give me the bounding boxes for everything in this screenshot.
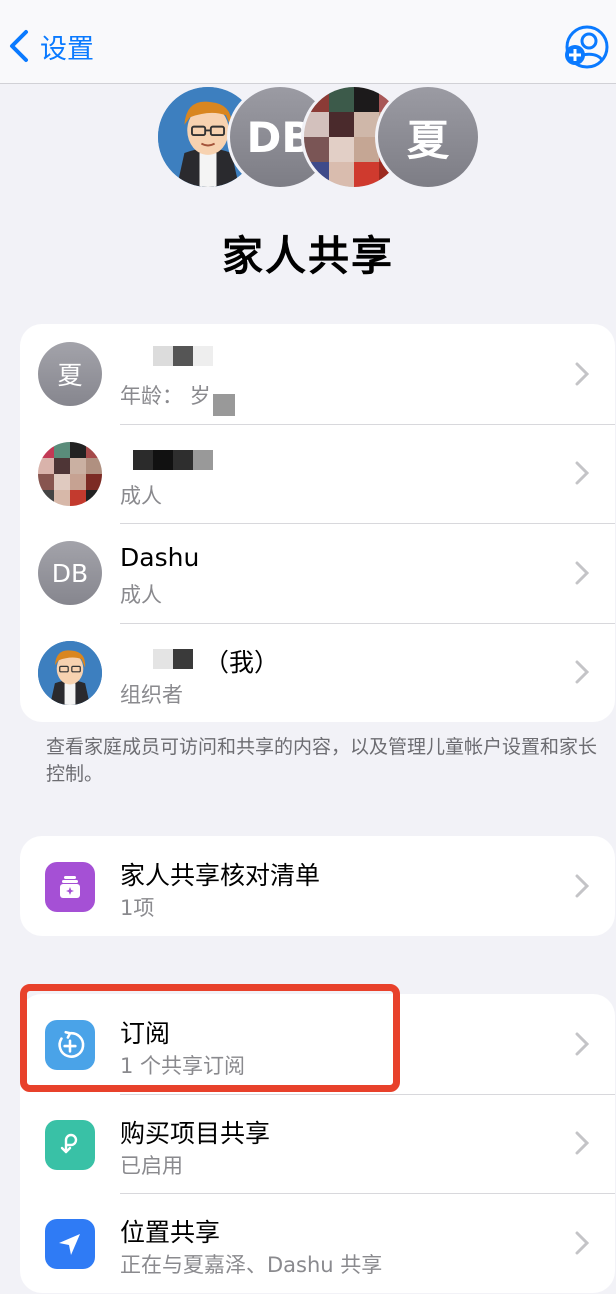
avatar-initials: 夏 <box>375 84 481 190</box>
chevron-right-icon <box>575 1032 589 1056</box>
cartoon-avatar-icon <box>38 640 102 705</box>
back-button[interactable]: 设置 <box>6 22 94 70</box>
checklist-row[interactable]: 家人共享核对清单 1项 <box>20 836 615 936</box>
chevron-right-icon <box>575 874 589 898</box>
avatar-initials: DB <box>38 541 102 605</box>
member-name: （我） <box>204 647 280 677</box>
back-label: 设置 <box>40 33 94 65</box>
location-icon <box>45 1219 95 1269</box>
purchase-sharing-row[interactable]: 购买项目共享 已启用 <box>20 1093 615 1194</box>
page-title: 家人共享 <box>222 232 394 280</box>
members-card: 夏 年龄： 岁 成人 DB Dashu 成人 （我） 组织者 <box>20 324 615 722</box>
location-sharing-title: 位置共享 <box>120 1218 221 1247</box>
checklist-subtitle: 1项 <box>120 896 155 920</box>
chevron-right-icon <box>575 561 589 585</box>
redacted-name <box>153 346 213 366</box>
member-row[interactable]: 成人 <box>20 423 615 524</box>
person-add-icon[interactable] <box>564 24 610 70</box>
subscriptions-row[interactable]: 订阅 1 个共享订阅 <box>20 994 615 1094</box>
location-sharing-subtitle: 正在与夏嘉泽、Dashu 共享 <box>120 1253 383 1277</box>
redacted-name <box>133 449 213 470</box>
checklist-title: 家人共享核对清单 <box>120 861 321 890</box>
avatar-initials: 夏 <box>38 342 102 406</box>
member-subtitle: 组织者 <box>120 682 183 707</box>
chevron-left-icon <box>10 30 28 62</box>
features-card: 订阅 1 个共享订阅 购买项目共享 已启用 位置共享 正在与夏嘉泽、Dashu <box>20 994 615 1293</box>
avatar-pixelated <box>38 441 102 506</box>
subscription-icon <box>45 1020 95 1070</box>
purchase-sharing-subtitle: 已启用 <box>120 1153 183 1178</box>
nav-bar: 设置 <box>0 0 616 84</box>
checklist-icon <box>45 862 95 912</box>
avatar <box>38 640 102 705</box>
checklist-card: 家人共享核对清单 1项 <box>20 836 615 936</box>
member-row[interactable]: DB Dashu 成人 <box>20 523 615 623</box>
location-sharing-row[interactable]: 位置共享 正在与夏嘉泽、Dashu 共享 <box>20 1193 615 1293</box>
member-row[interactable]: （我） 组织者 <box>20 622 615 723</box>
redacted-name <box>153 648 193 669</box>
purchase-sharing-title: 购买项目共享 <box>120 1118 271 1148</box>
chevron-right-icon <box>575 1231 589 1255</box>
family-sharing-screen: 设置 DB 夏 家人共享 夏 年龄： 岁 成人 DB Dashu 成人 （我） … <box>0 0 616 1294</box>
chevron-right-icon <box>575 461 589 485</box>
members-footnote: 查看家庭成员可访问和共享的内容，以及管理儿童帐户设置和家长控制。 <box>46 736 598 785</box>
member-row[interactable]: 夏 年龄： 岁 <box>20 324 615 424</box>
member-subtitle: 成人 <box>120 483 162 508</box>
subscriptions-title: 订阅 <box>120 1019 171 1048</box>
chevron-right-icon <box>575 362 589 386</box>
member-subtitle: 年龄： 岁 <box>120 384 211 408</box>
chevron-right-icon <box>575 660 589 684</box>
redacted-age <box>213 394 235 416</box>
member-name: Dashu <box>120 543 200 572</box>
family-avatar-group: DB 夏 <box>155 84 485 192</box>
subscriptions-subtitle: 1 个共享订阅 <box>120 1054 246 1078</box>
purchase-sharing-icon <box>45 1119 95 1170</box>
member-subtitle: 成人 <box>120 583 162 607</box>
chevron-right-icon <box>575 1131 589 1155</box>
